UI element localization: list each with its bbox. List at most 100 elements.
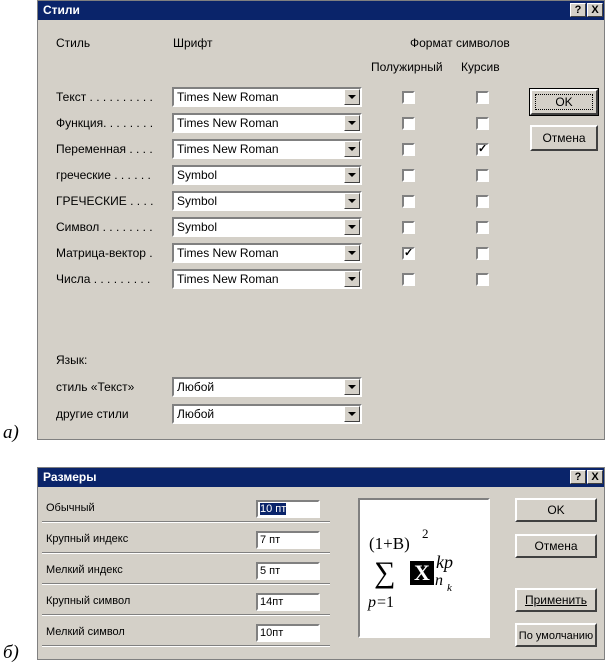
apply-button[interactable]: Применить xyxy=(515,588,597,612)
font-select-value: Symbol xyxy=(177,220,218,234)
help-button[interactable]: ? xyxy=(570,470,586,484)
font-select[interactable]: Times New Roman xyxy=(172,139,362,159)
size-input[interactable]: 5 пт xyxy=(256,562,320,580)
chevron-down-icon[interactable] xyxy=(344,141,360,157)
preview-boxed-text: X xyxy=(414,560,430,585)
ok-button[interactable]: OK xyxy=(515,498,597,522)
style-row-label: Числа . . . . . . . . . xyxy=(56,272,151,286)
language-select[interactable]: Любой xyxy=(172,404,362,424)
chevron-down-icon[interactable] xyxy=(344,219,360,235)
cancel-button[interactable]: Отмена xyxy=(515,534,597,558)
size-input-value: 14пт xyxy=(260,596,284,608)
size-row-label: Мелкий символ xyxy=(46,626,125,638)
size-row xyxy=(42,583,330,585)
language-select-value: Любой xyxy=(177,380,215,394)
sizes-dialog-title: Размеры xyxy=(43,470,97,484)
font-select[interactable]: Times New Roman xyxy=(172,269,362,289)
style-row-label: Текст . . . . . . . . . . xyxy=(56,90,153,104)
italic-checkbox[interactable] xyxy=(476,195,489,208)
font-select-value: Times New Roman xyxy=(177,246,279,260)
size-row xyxy=(42,552,330,554)
style-row-label: греческие . . . . . . xyxy=(56,168,151,182)
size-row xyxy=(42,645,330,647)
preview-sub-k: k xyxy=(447,582,452,594)
ok-button-label: OK xyxy=(555,95,573,109)
size-input-value: 7 пт xyxy=(260,534,281,546)
preview-sigma: ∑ xyxy=(374,556,396,589)
size-input-value: 10 пт xyxy=(260,503,287,515)
font-select[interactable]: Times New Roman xyxy=(172,87,362,107)
italic-checkbox[interactable]: ✓ xyxy=(476,143,489,156)
bold-checkbox[interactable] xyxy=(402,117,415,130)
bold-checkbox[interactable]: ✓ xyxy=(402,247,415,260)
italic-checkbox[interactable] xyxy=(476,91,489,104)
style-row-label: Матрица-вектор . xyxy=(56,246,153,260)
close-button[interactable]: X xyxy=(587,470,603,484)
bold-checkbox[interactable] xyxy=(402,221,415,234)
chevron-down-icon[interactable] xyxy=(344,271,360,287)
font-select[interactable]: Times New Roman xyxy=(172,243,362,263)
size-input[interactable]: 10пт xyxy=(256,624,320,642)
bold-checkbox[interactable] xyxy=(402,169,415,182)
language-row-label: другие стили xyxy=(56,407,129,421)
preview-sup-kp: kp xyxy=(436,552,453,572)
italic-checkbox[interactable] xyxy=(476,273,489,286)
sizes-dialog: Размеры ? X Обычный 10 пт Крупный индекс 7 … xyxy=(37,467,605,660)
preview-boxed: X xyxy=(410,561,434,585)
default-button[interactable]: По умолчанию xyxy=(515,623,597,647)
bold-checkbox[interactable] xyxy=(402,143,415,156)
font-select-value: Symbol xyxy=(177,168,218,182)
size-input-value: 10пт xyxy=(260,627,284,639)
italic-checkbox[interactable] xyxy=(476,247,489,260)
chevron-down-icon[interactable] xyxy=(344,89,360,105)
bold-checkbox[interactable] xyxy=(402,91,415,104)
size-input[interactable]: 14пт xyxy=(256,593,320,611)
sizes-dialog-titlebar[interactable]: Размеры xyxy=(38,468,604,487)
preview-sub-p: p xyxy=(368,594,376,611)
size-input[interactable]: 7 пт xyxy=(256,531,320,549)
preview-exp: 2 xyxy=(422,526,429,541)
style-row-label: Символ . . . . . . . . xyxy=(56,220,153,234)
preview-pane: (1+B) 2 ∑ X kp n k p =1 xyxy=(358,498,490,638)
style-row-label: Переменная . . . . xyxy=(56,142,153,156)
style-row-label: Функция. . . . . . . . xyxy=(56,116,154,130)
preview-sub-n: n xyxy=(435,572,443,589)
styles-dialog-titlebar[interactable]: Стили xyxy=(38,1,604,20)
cancel-button[interactable]: Отмена xyxy=(530,125,598,151)
chevron-down-icon[interactable] xyxy=(344,115,360,131)
header-char-format: Формат символов xyxy=(410,36,510,50)
chevron-down-icon[interactable] xyxy=(344,379,360,395)
size-row-label: Обычный xyxy=(46,502,95,514)
header-italic: Курсив xyxy=(461,60,500,74)
size-row-label: Мелкий индекс xyxy=(46,564,123,576)
ok-button[interactable]: OK xyxy=(529,88,599,116)
help-button[interactable]: ? xyxy=(570,3,586,17)
preview-base: (1+B) xyxy=(369,534,410,553)
ok-button-label: OK xyxy=(547,503,565,517)
chevron-down-icon[interactable] xyxy=(344,406,360,422)
bold-checkbox[interactable] xyxy=(402,273,415,286)
language-select[interactable]: Любой xyxy=(172,377,362,397)
apply-button-label: Применить xyxy=(524,593,587,607)
italic-checkbox[interactable] xyxy=(476,169,489,182)
font-select[interactable]: Symbol xyxy=(172,165,362,185)
styles-dialog-title: Стили xyxy=(43,3,80,17)
chevron-down-icon[interactable] xyxy=(344,167,360,183)
italic-checkbox[interactable] xyxy=(476,117,489,130)
chevron-down-icon[interactable] xyxy=(344,193,360,209)
italic-checkbox[interactable] xyxy=(476,221,489,234)
font-select-value: Times New Roman xyxy=(177,272,279,286)
size-input[interactable]: 10 пт xyxy=(256,500,320,518)
default-button-label: По умолчанию xyxy=(518,630,594,642)
font-select[interactable]: Symbol xyxy=(172,217,362,237)
font-select[interactable]: Times New Roman xyxy=(172,113,362,133)
font-select[interactable]: Symbol xyxy=(172,191,362,211)
header-style: Стиль xyxy=(56,36,91,50)
styles-dialog: Стили ? X Стиль Шрифт Формат символов По… xyxy=(37,0,605,440)
chevron-down-icon[interactable] xyxy=(344,245,360,261)
size-row xyxy=(42,521,330,523)
close-button[interactable]: X xyxy=(587,3,603,17)
caption-b: б) xyxy=(3,642,19,663)
caption-a: а) xyxy=(3,422,19,443)
bold-checkbox[interactable] xyxy=(402,195,415,208)
